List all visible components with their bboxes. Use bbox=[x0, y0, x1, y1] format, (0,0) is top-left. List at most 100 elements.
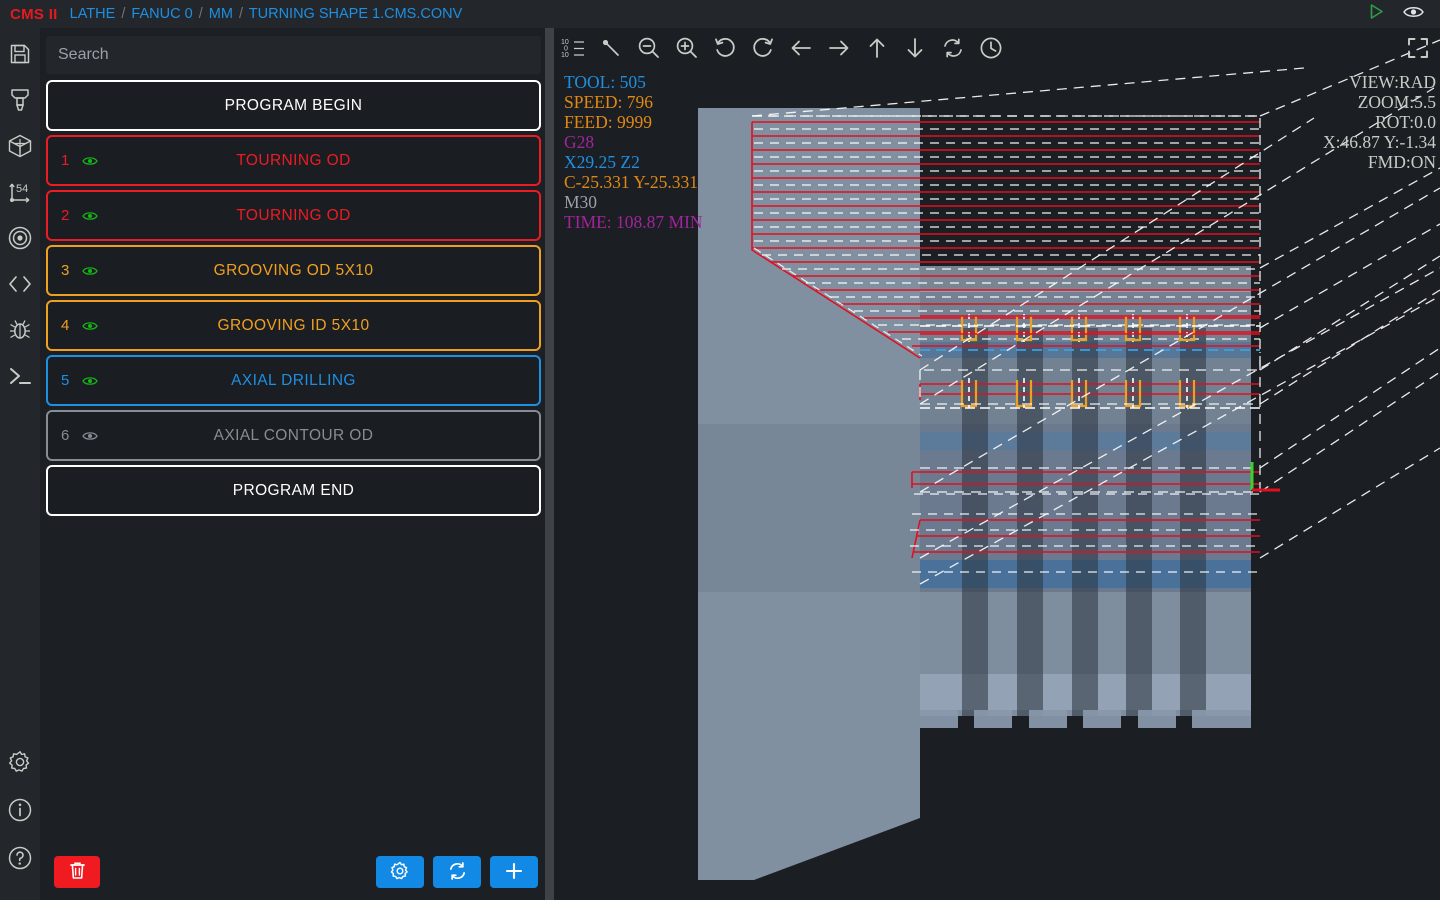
help-circle-icon bbox=[8, 846, 32, 870]
panel-splitter[interactable] bbox=[545, 28, 554, 900]
eye-icon[interactable] bbox=[82, 265, 98, 277]
plus-icon bbox=[504, 861, 524, 884]
arrow-up-icon[interactable] bbox=[864, 35, 890, 61]
toolpath-viewport[interactable]: 10010 bbox=[554, 28, 1440, 900]
breadcrumb-item-file[interactable]: TURNING SHAPE 1.CMS.CONV bbox=[249, 6, 463, 22]
coordinate-54-icon: 54 bbox=[7, 180, 33, 204]
sidebar-item-save[interactable] bbox=[6, 40, 34, 68]
viewer-toolbar: 10010 bbox=[554, 28, 1440, 68]
code-brackets-icon bbox=[7, 274, 33, 294]
operation-label: GROOVING OD 5X10 bbox=[48, 262, 539, 280]
delete-operation-button[interactable] bbox=[54, 856, 100, 888]
tool-holder-icon bbox=[9, 88, 31, 112]
gear-icon bbox=[8, 750, 32, 774]
operation-row[interactable]: 6AXIAL CONTOUR OD bbox=[46, 410, 541, 461]
title-bar: CMS II LATHE / FANUC 0 / MM / TURNING SH… bbox=[0, 0, 1440, 28]
refresh-icon bbox=[447, 861, 468, 884]
operation-list: PROGRAM BEGIN 1TOURNING OD2TOURNING OD3G… bbox=[46, 80, 535, 516]
operation-label: GROOVING ID 5X10 bbox=[48, 317, 539, 335]
application-window: CMS II LATHE / FANUC 0 / MM / TURNING SH… bbox=[0, 0, 1440, 900]
trash-icon bbox=[69, 861, 86, 883]
arrow-right-icon[interactable] bbox=[826, 35, 852, 61]
eye-icon[interactable] bbox=[82, 155, 98, 167]
svg-text:54: 54 bbox=[16, 183, 28, 195]
zoom-out-icon[interactable] bbox=[636, 35, 662, 61]
sidebar-item-info[interactable] bbox=[6, 796, 34, 824]
sidebar-item-debug[interactable] bbox=[6, 316, 34, 344]
sidebar-item-settings[interactable] bbox=[6, 748, 34, 776]
info-circle-icon bbox=[8, 798, 32, 822]
operation-row[interactable]: 5AXIAL DRILLING bbox=[46, 355, 541, 406]
operations-toolbar bbox=[46, 844, 546, 900]
svg-text:10: 10 bbox=[561, 52, 569, 59]
bug-icon bbox=[9, 318, 31, 342]
operations-panel: PROGRAM BEGIN 1TOURNING OD2TOURNING OD3G… bbox=[40, 28, 545, 900]
arrow-down-icon[interactable] bbox=[902, 35, 928, 61]
eye-icon[interactable] bbox=[82, 320, 98, 332]
operation-number: 3 bbox=[61, 262, 69, 279]
rotate-left-icon[interactable] bbox=[712, 35, 738, 61]
sidebar-item-help[interactable] bbox=[6, 844, 34, 872]
breadcrumb-separator: / bbox=[121, 6, 125, 22]
breadcrumb-separator: / bbox=[199, 6, 203, 22]
sidebar-item-gcode[interactable] bbox=[6, 270, 34, 298]
eye-icon[interactable] bbox=[82, 375, 98, 387]
regenerate-button[interactable] bbox=[433, 856, 481, 888]
operations-toolbar-right bbox=[376, 856, 538, 888]
zoom-in-icon[interactable] bbox=[674, 35, 700, 61]
breadcrumb-item-units[interactable]: MM bbox=[209, 6, 233, 22]
operation-number: 4 bbox=[61, 317, 69, 334]
operation-row[interactable]: 3GROOVING OD 5X10 bbox=[46, 245, 541, 296]
target-icon bbox=[8, 226, 32, 250]
gcode-lines-icon[interactable]: 10010 bbox=[560, 35, 586, 61]
operation-number: 1 bbox=[61, 152, 69, 169]
program-begin-row[interactable]: PROGRAM BEGIN bbox=[46, 80, 541, 131]
operation-label: AXIAL CONTOUR OD bbox=[48, 427, 539, 445]
eye-icon[interactable] bbox=[1403, 4, 1424, 25]
title-bar-actions bbox=[1368, 3, 1430, 25]
icon-sidebar: 54 bbox=[0, 28, 40, 900]
origin-axis-marker bbox=[1252, 462, 1280, 490]
search-input[interactable] bbox=[46, 36, 541, 74]
arrow-left-icon[interactable] bbox=[788, 35, 814, 61]
play-icon[interactable] bbox=[1368, 3, 1385, 25]
sidebar-item-origin[interactable] bbox=[6, 224, 34, 252]
rotate-right-icon[interactable] bbox=[750, 35, 776, 61]
operation-number: 2 bbox=[61, 207, 69, 224]
reset-view-icon[interactable] bbox=[940, 35, 966, 61]
operation-row[interactable]: 1TOURNING OD bbox=[46, 135, 541, 186]
sidebar-item-tools[interactable] bbox=[6, 86, 34, 114]
sidebar-secondary-group bbox=[6, 748, 34, 900]
toolpath-canvas bbox=[554, 28, 1440, 900]
program-end-row[interactable]: PROGRAM END bbox=[46, 465, 541, 516]
terminal-icon bbox=[8, 366, 32, 386]
operation-label: TOURNING OD bbox=[48, 152, 539, 170]
operation-label: TOURNING OD bbox=[48, 207, 539, 225]
gear-icon bbox=[390, 861, 410, 884]
program-end-label: PROGRAM END bbox=[48, 482, 539, 500]
operation-number: 5 bbox=[61, 372, 69, 389]
breadcrumb-item-control[interactable]: FANUC 0 bbox=[131, 6, 192, 22]
sidebar-primary-group: 54 bbox=[6, 28, 34, 390]
measure-icon[interactable] bbox=[598, 35, 624, 61]
history-icon[interactable] bbox=[978, 35, 1004, 61]
breadcrumb-separator: / bbox=[239, 6, 243, 22]
eye-icon[interactable] bbox=[82, 430, 98, 442]
breadcrumb-item-machine[interactable]: LATHE bbox=[70, 6, 116, 22]
operation-number: 6 bbox=[61, 427, 69, 444]
operation-row[interactable]: 2TOURNING OD bbox=[46, 190, 541, 241]
add-operation-button[interactable] bbox=[490, 856, 538, 888]
operation-label: AXIAL DRILLING bbox=[48, 372, 539, 390]
operation-settings-button[interactable] bbox=[376, 856, 424, 888]
save-icon bbox=[9, 43, 31, 65]
breadcrumb: LATHE / FANUC 0 / MM / TURNING SHAPE 1.C… bbox=[70, 6, 463, 22]
program-begin-label: PROGRAM BEGIN bbox=[48, 97, 539, 115]
workpiece-stock bbox=[698, 108, 1251, 880]
sidebar-item-stock[interactable] bbox=[6, 132, 34, 160]
cube-3d-icon bbox=[8, 134, 32, 158]
sidebar-item-console[interactable] bbox=[6, 362, 34, 390]
sidebar-item-work-offsets[interactable]: 54 bbox=[6, 178, 34, 206]
app-brand: CMS II bbox=[10, 6, 58, 23]
operation-row[interactable]: 4GROOVING ID 5X10 bbox=[46, 300, 541, 351]
eye-icon[interactable] bbox=[82, 210, 98, 222]
